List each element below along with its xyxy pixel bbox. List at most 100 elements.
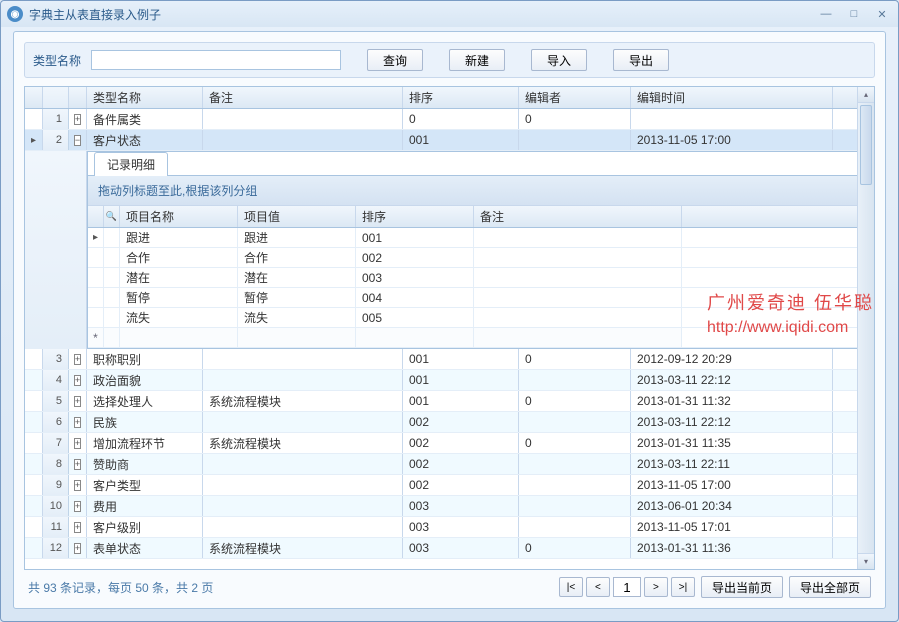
cell-name[interactable]: 费用 [87, 496, 203, 516]
scroll-thumb[interactable] [860, 105, 872, 185]
header-note[interactable]: 备注 [203, 87, 403, 108]
cell-name[interactable]: 增加流程环节 [87, 433, 203, 453]
expand-icon[interactable]: + [74, 480, 81, 491]
cell-name[interactable]: 赞助商 [87, 454, 203, 474]
cell-sort[interactable]: 003 [403, 517, 519, 537]
expand-icon[interactable]: + [74, 354, 81, 365]
detail-cell-sort[interactable]: 005 [356, 308, 474, 327]
cell-note[interactable] [203, 496, 403, 516]
expand-icon[interactable]: + [74, 522, 81, 533]
cell-name[interactable]: 表单状态 [87, 538, 203, 558]
cell-editor[interactable] [519, 454, 631, 474]
expand-icon[interactable]: + [74, 459, 81, 470]
cell-time[interactable]: 2013-01-31 11:32 [631, 391, 833, 411]
cell-sort[interactable]: 002 [403, 454, 519, 474]
detail-row[interactable]: 暂停暂停004 [88, 288, 873, 308]
cell-editor[interactable] [519, 370, 631, 390]
cell-editor[interactable] [519, 412, 631, 432]
expand-icon[interactable]: + [74, 438, 81, 449]
detail-cell-name[interactable]: 跟进 [120, 228, 238, 247]
detail-cell-sort[interactable]: 001 [356, 228, 474, 247]
header-name[interactable]: 类型名称 [87, 87, 203, 108]
tab-record-detail[interactable]: 记录明细 [94, 152, 168, 176]
cell-time[interactable]: 2012-09-12 20:29 [631, 349, 833, 369]
detail-header-sort[interactable]: 排序 [356, 206, 474, 227]
scroll-down-button[interactable]: ▾ [858, 553, 874, 569]
cell-name[interactable]: 选择处理人 [87, 391, 203, 411]
vertical-scrollbar[interactable]: ▴ ▾ [857, 87, 874, 569]
cell-note[interactable] [203, 475, 403, 495]
cell-time[interactable]: 2013-03-11 22:12 [631, 412, 833, 432]
expand-icon[interactable]: + [74, 543, 81, 554]
last-page-button[interactable]: >| [671, 577, 695, 597]
cell-note[interactable] [203, 130, 403, 150]
cell-editor[interactable]: 0 [519, 433, 631, 453]
cell-time[interactable]: 2013-06-01 20:34 [631, 496, 833, 516]
first-page-button[interactable]: |< [559, 577, 583, 597]
cell-sort[interactable]: 001 [403, 391, 519, 411]
detail-header-note[interactable]: 备注 [474, 206, 682, 227]
cell-name[interactable]: 职称职别 [87, 349, 203, 369]
cell-time[interactable]: 2013-11-05 17:01 [631, 517, 833, 537]
cell-name[interactable]: 民族 [87, 412, 203, 432]
detail-cell-value[interactable]: 潜在 [238, 268, 356, 287]
close-button[interactable]: ✕ [872, 7, 892, 21]
export-current-page-button[interactable]: 导出当前页 [701, 576, 783, 598]
cell-time[interactable]: 2013-01-31 11:35 [631, 433, 833, 453]
detail-cell-value[interactable]: 合作 [238, 248, 356, 267]
cell-sort[interactable]: 002 [403, 433, 519, 453]
detail-row[interactable]: 跟进跟进001 [88, 228, 873, 248]
expand-icon[interactable]: + [74, 417, 81, 428]
cell-name[interactable]: 客户级别 [87, 517, 203, 537]
cell-time[interactable]: 2013-11-05 17:00 [631, 475, 833, 495]
cell-name[interactable]: 备件属类 [87, 109, 203, 129]
detail-cell-value[interactable]: 流失 [238, 308, 356, 327]
search-icon[interactable] [104, 206, 120, 227]
scroll-up-button[interactable]: ▴ [858, 87, 874, 103]
collapse-icon[interactable]: − [74, 135, 81, 146]
expand-icon[interactable]: + [74, 114, 81, 125]
detail-row[interactable]: 合作合作002 [88, 248, 873, 268]
detail-cell-name[interactable]: 合作 [120, 248, 238, 267]
detail-cell-value[interactable]: 跟进 [238, 228, 356, 247]
detail-new-row[interactable] [88, 328, 873, 348]
cell-note[interactable] [203, 349, 403, 369]
detail-cell-sort[interactable]: 002 [356, 248, 474, 267]
cell-editor[interactable] [519, 517, 631, 537]
table-row[interactable]: 3+职称职别00102012-09-12 20:29 [25, 349, 874, 370]
cell-note[interactable] [203, 109, 403, 129]
detail-cell-note[interactable] [474, 268, 682, 287]
cell-name[interactable]: 客户状态 [87, 130, 203, 150]
cell-sort[interactable]: 001 [403, 130, 519, 150]
table-row[interactable]: 8+赞助商0022013-03-11 22:11 [25, 454, 874, 475]
export-button[interactable]: 导出 [613, 49, 669, 71]
cell-sort[interactable]: 0 [403, 109, 519, 129]
cell-editor[interactable] [519, 496, 631, 516]
cell-sort[interactable]: 001 [403, 349, 519, 369]
cell-editor[interactable]: 0 [519, 391, 631, 411]
detail-header-name[interactable]: 项目名称 [120, 206, 238, 227]
cell-sort[interactable]: 002 [403, 412, 519, 432]
detail-cell-note[interactable] [474, 288, 682, 307]
table-row[interactable]: 9+客户类型0022013-11-05 17:00 [25, 475, 874, 496]
group-by-hint[interactable]: 拖动列标题至此,根据该列分组 [88, 176, 873, 206]
titlebar[interactable]: ◉ 字典主从表直接录入例子 — □ ✕ [1, 1, 898, 27]
cell-note[interactable]: 系统流程模块 [203, 391, 403, 411]
grid-body[interactable]: 1+备件属类002−客户状态0012013-11-05 17:00记录明细拖动列… [25, 109, 874, 569]
cell-editor[interactable]: 0 [519, 349, 631, 369]
cell-note[interactable] [203, 412, 403, 432]
new-button[interactable]: 新建 [449, 49, 505, 71]
cell-time[interactable]: 2013-01-31 11:36 [631, 538, 833, 558]
cell-time[interactable]: 2013-11-05 17:00 [631, 130, 833, 150]
cell-time[interactable]: 2013-03-11 22:12 [631, 370, 833, 390]
cell-sort[interactable]: 003 [403, 538, 519, 558]
table-row[interactable]: 11+客户级别0032013-11-05 17:01 [25, 517, 874, 538]
cell-sort[interactable]: 003 [403, 496, 519, 516]
cell-time[interactable]: 2013-03-11 22:11 [631, 454, 833, 474]
maximize-button[interactable]: □ [844, 7, 864, 21]
cell-note[interactable] [203, 454, 403, 474]
table-row[interactable]: 4+政治面貌0012013-03-11 22:12 [25, 370, 874, 391]
import-button[interactable]: 导入 [531, 49, 587, 71]
detail-row[interactable]: 流失流失005 [88, 308, 873, 328]
cell-note[interactable] [203, 517, 403, 537]
